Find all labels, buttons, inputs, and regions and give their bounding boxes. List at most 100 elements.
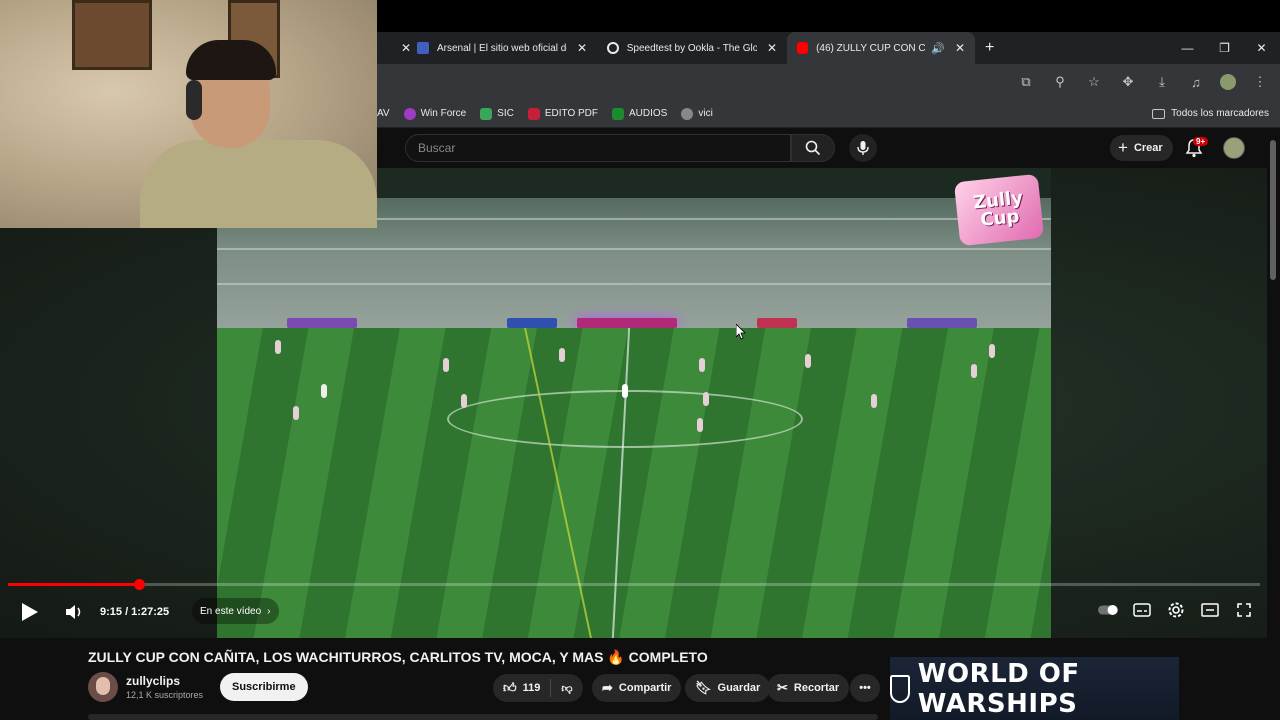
bookmark-edito-pdf[interactable]: EDITO PDF	[527, 107, 598, 120]
account-avatar[interactable]	[1223, 137, 1245, 159]
video-frame[interactable]: Zully Cup	[217, 168, 1051, 638]
logo-line-2: Cup	[979, 205, 1021, 231]
create-label: Crear	[1133, 142, 1163, 154]
clip-button[interactable]: ✂ Recortar	[767, 674, 850, 702]
bookmark-label: AV	[377, 108, 390, 119]
bookmark-audios[interactable]: AUDIOS	[612, 107, 668, 120]
time-display: 9:15 / 1:27:25	[100, 606, 170, 618]
pdf-icon	[527, 107, 540, 120]
soccer-player	[703, 392, 709, 406]
player-right-controls	[1098, 600, 1254, 620]
volume-button[interactable]	[64, 598, 84, 626]
world-of-warships-ad[interactable]: WORLD OF WARSHIPS	[890, 657, 1179, 720]
youtube-favicon-icon	[797, 42, 809, 54]
channel-avatar[interactable]	[88, 672, 118, 702]
tab-title: Arsenal | El sitio web oficial de l	[437, 42, 567, 54]
close-icon[interactable]: ✕	[955, 41, 965, 55]
search-button[interactable]	[791, 134, 835, 162]
profile-avatar[interactable]	[1220, 74, 1236, 90]
save-button[interactable]: 🔖︎ Guardar	[685, 674, 771, 702]
settings-gear-icon[interactable]	[1166, 600, 1186, 620]
zoom-icon[interactable]: ⚲	[1050, 74, 1070, 90]
new-tab-button[interactable]: +	[975, 32, 1004, 64]
tab-close-partial[interactable]: ✕	[377, 32, 411, 64]
bookmark-sic[interactable]: SIC	[480, 107, 514, 120]
menu-kebab-icon[interactable]: ⋮	[1250, 74, 1270, 90]
clip-label: Recortar	[793, 682, 840, 694]
theater-mode-icon[interactable]	[1200, 600, 1220, 620]
share-button[interactable]: ➦ Compartir	[592, 674, 682, 702]
extensions-icon[interactable]: ✥	[1118, 74, 1138, 90]
wall-picture	[72, 0, 152, 70]
mouse-cursor-icon	[736, 324, 746, 340]
sic-icon	[480, 107, 493, 120]
bookmark-label: EDITO PDF	[544, 108, 598, 119]
voice-search-button[interactable]	[849, 134, 877, 162]
progress-scrubber[interactable]	[134, 579, 145, 590]
like-count: 119	[522, 682, 541, 694]
soccer-player	[622, 384, 628, 398]
video-details: ZULLY CUP CON CAÑITA, LOS WACHITURROS, C…	[0, 638, 1280, 720]
ad-text: WORLD OF WARSHIPS	[917, 658, 1080, 719]
play-button[interactable]	[18, 598, 40, 626]
like-button[interactable]: 👍︎ 119	[493, 679, 552, 697]
streamer-hair	[186, 40, 276, 80]
youtube-header: Buscar + Crear 9+	[377, 128, 1280, 168]
address-bar: ⧉ ⚲ ☆ ✥ ⤓ ♫ ⋮	[377, 64, 1280, 100]
star-bookmark-icon[interactable]: ☆	[1084, 74, 1104, 90]
dislike-button[interactable]: 👎︎	[551, 682, 582, 695]
chapter-label: En este vídeo	[200, 605, 262, 617]
close-window-icon[interactable]: ✕	[1243, 32, 1280, 64]
bookmark-win-force[interactable]: Win Force	[403, 107, 466, 120]
video-player[interactable]: Zully Cup	[0, 168, 1267, 638]
search-input[interactable]: Buscar	[405, 134, 791, 162]
bookmark-label: AUDIOS	[629, 108, 668, 119]
minimize-icon[interactable]: —	[1169, 32, 1206, 64]
page-scrollbar[interactable]	[1270, 140, 1276, 280]
globe-icon	[681, 107, 694, 120]
soccer-player	[699, 358, 705, 372]
soccer-player	[461, 394, 467, 408]
download-icon[interactable]: ⤓	[1152, 74, 1172, 90]
more-actions-button[interactable]: •••	[850, 674, 880, 702]
video-progress-bar[interactable]	[8, 579, 1260, 590]
video-title: ZULLY CUP CON CAÑITA, LOS WACHITURROS, C…	[88, 649, 708, 665]
plus-icon: +	[1118, 138, 1128, 157]
screen: ✕ Arsenal | El sitio web oficial de l ✕ …	[0, 0, 1280, 720]
media-control-icon[interactable]: ♫	[1186, 75, 1206, 90]
subscriber-count: 12,1 K suscriptores	[126, 690, 204, 700]
subtitles-icon[interactable]	[1132, 600, 1152, 620]
yellow-line	[524, 328, 592, 638]
close-icon[interactable]: ✕	[577, 41, 587, 55]
chapters-button[interactable]: En este vídeo ›	[192, 598, 279, 624]
subscribe-button[interactable]: Suscribirme	[220, 673, 308, 701]
bookmark-vici[interactable]: vici	[681, 107, 713, 120]
all-bookmarks[interactable]: Todos los marcadores	[1152, 108, 1269, 119]
install-app-icon[interactable]: ⧉	[1016, 74, 1036, 90]
restore-icon[interactable]: ❐	[1206, 32, 1243, 64]
notifications-badge: 9+	[1193, 137, 1209, 146]
folder-icon	[1152, 108, 1166, 119]
share-icon: ➦	[602, 680, 613, 695]
arsenal-favicon-icon	[417, 42, 429, 54]
soccer-player	[971, 364, 977, 378]
save-label: Guardar	[717, 682, 761, 694]
close-icon[interactable]: ✕	[767, 41, 777, 55]
tab-arsenal[interactable]: Arsenal | El sitio web oficial de l ✕	[407, 32, 597, 64]
audios-icon	[612, 107, 624, 120]
bookmark-label: SIC	[497, 108, 514, 119]
like-dislike-group: 👍︎ 119 👎︎	[493, 674, 583, 702]
autoplay-toggle[interactable]	[1098, 600, 1118, 620]
speaker-icon[interactable]: 🔊	[931, 42, 945, 55]
soccer-player	[805, 354, 811, 368]
create-button[interactable]: + Crear	[1110, 135, 1173, 161]
bookmark-av[interactable]: AV	[377, 108, 390, 119]
description-box-edge	[88, 714, 878, 720]
channel-name[interactable]: zullyclips	[126, 674, 180, 688]
soccer-player	[321, 384, 327, 398]
tab-youtube-active[interactable]: (46) ZULLY CUP CON CAÑIT 🔊 ✕	[787, 32, 975, 64]
progress-played	[8, 583, 139, 586]
bookmark-icon: 🔖︎	[695, 680, 712, 695]
tab-speedtest[interactable]: Speedtest by Ookla - The Globa ✕	[597, 32, 787, 64]
fullscreen-icon[interactable]	[1234, 600, 1254, 620]
